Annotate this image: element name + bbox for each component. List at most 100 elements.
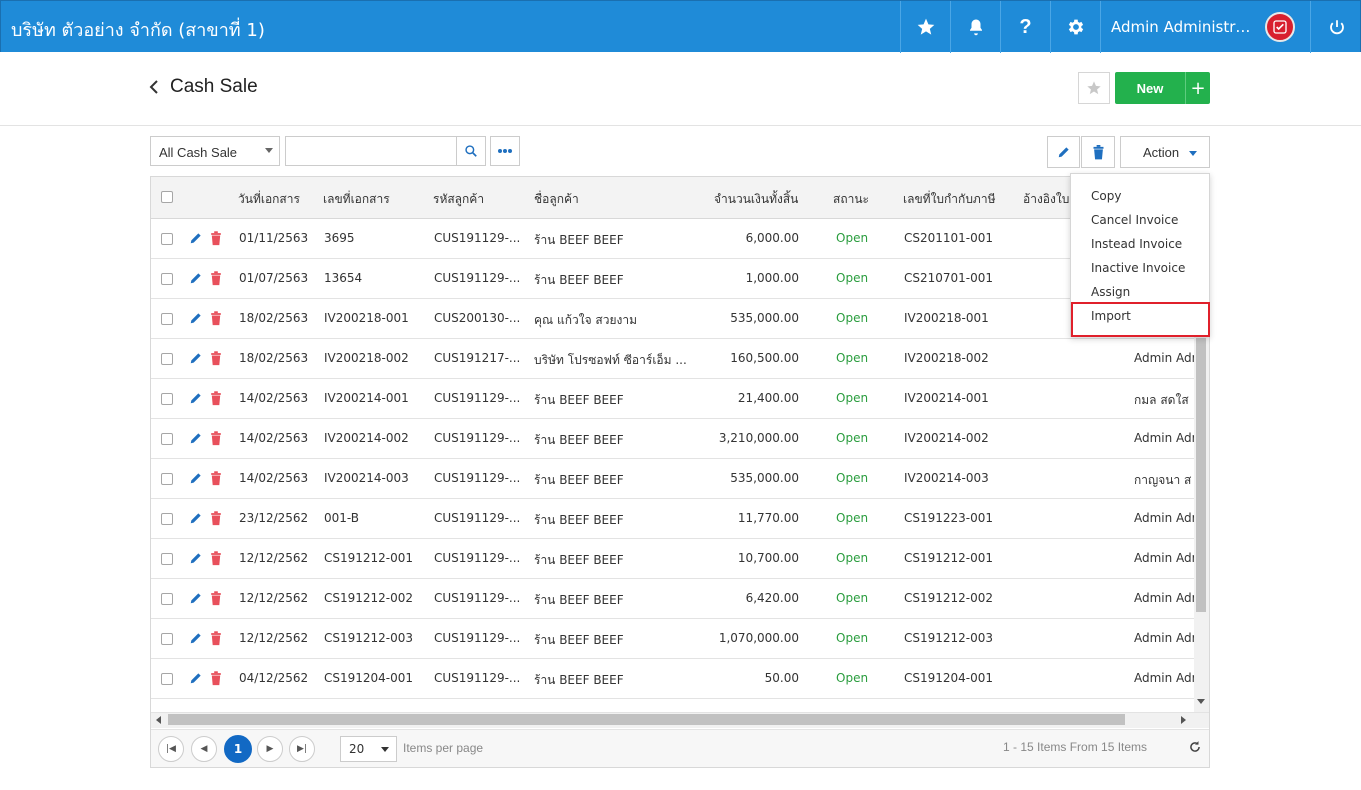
row-checkbox[interactable] (161, 593, 173, 605)
prev-page-button[interactable]: ◀ (191, 736, 217, 762)
new-options-button[interactable]: + (1185, 72, 1210, 104)
scroll-down-arrow-icon[interactable] (1197, 699, 1205, 705)
row-checkbox[interactable] (161, 233, 173, 245)
cell-doc-no[interactable]: CS191212-001 (324, 551, 429, 565)
edit-icon[interactable] (189, 231, 203, 245)
row-checkbox[interactable] (161, 553, 173, 565)
col-status[interactable]: สถานะ (833, 190, 869, 209)
table-row[interactable]: 18/02/2563 IV200218-001 CUS200130-... คุณ แ… (151, 299, 1209, 339)
table-row[interactable]: 14/02/2563 IV200214-003 CUS191129-... ร้าน … (151, 459, 1209, 499)
row-checkbox[interactable] (161, 353, 173, 365)
cell-doc-no[interactable]: CS191212-002 (324, 591, 429, 605)
back-button[interactable] (148, 78, 160, 100)
cell-doc-no[interactable]: IV200218-001 (324, 311, 429, 325)
delete-icon[interactable] (210, 431, 222, 446)
table-row[interactable]: 14/02/2563 IV200214-002 CUS191129-... ร้าน … (151, 419, 1209, 459)
view-filter-select[interactable]: All Cash Sale (150, 136, 280, 166)
settings-button[interactable] (1050, 1, 1100, 53)
row-checkbox[interactable] (161, 673, 173, 685)
action-button[interactable]: Action (1120, 136, 1210, 168)
col-tax-no[interactable]: เลขที่ใบกำกับภาษี (903, 190, 996, 209)
next-page-button[interactable]: ▶ (257, 736, 283, 762)
table-row[interactable]: 12/12/2562 CS191212-002 CUS191129-... ร้าน … (151, 579, 1209, 619)
edit-icon[interactable] (189, 311, 203, 325)
favorite-toggle-button[interactable] (1078, 72, 1110, 104)
cell-doc-no[interactable]: IV200218-002 (324, 351, 429, 365)
company-name[interactable]: บริษัท ตัวอย่าง จำกัด (สาขาที่ 1) (11, 15, 265, 44)
table-row[interactable]: 01/07/2563 13654 CUS191129-... ร้าน BEEF BE… (151, 259, 1209, 299)
row-checkbox[interactable] (161, 513, 173, 525)
more-options-button[interactable] (490, 136, 520, 166)
delete-icon[interactable] (210, 351, 222, 366)
refresh-button[interactable] (1188, 740, 1202, 758)
cell-doc-no[interactable]: 3695 (324, 231, 429, 245)
row-checkbox[interactable] (161, 633, 173, 645)
col-date[interactable]: วันที่เอกสาร (238, 190, 300, 209)
horizontal-scroll-thumb[interactable] (168, 714, 1125, 725)
bulk-edit-button[interactable] (1047, 136, 1080, 168)
table-row[interactable]: 04/12/2562 CS191204-001 CUS191129-... ร้าน … (151, 659, 1209, 699)
delete-icon[interactable] (210, 631, 222, 646)
row-checkbox[interactable] (161, 433, 173, 445)
cell-doc-no[interactable]: CS191204-001 (324, 671, 429, 685)
delete-icon[interactable] (210, 471, 222, 486)
row-checkbox[interactable] (161, 393, 173, 405)
cell-doc-no[interactable]: 001-B (324, 511, 429, 525)
table-row[interactable]: 14/02/2563 IV200214-001 CUS191129-... ร้าน … (151, 379, 1209, 419)
delete-icon[interactable] (210, 391, 222, 406)
delete-icon[interactable] (210, 271, 222, 286)
table-row[interactable]: 23/12/2562 001-B CUS191129-... ร้าน BEEF BE… (151, 499, 1209, 539)
current-page-button[interactable]: 1 (224, 735, 252, 763)
delete-icon[interactable] (210, 671, 222, 686)
col-doc-no[interactable]: เลขที่เอกสาร (323, 190, 390, 209)
delete-icon[interactable] (210, 591, 222, 606)
scroll-right-arrow-icon[interactable] (1181, 716, 1187, 724)
edit-icon[interactable] (189, 431, 203, 445)
cell-doc-no[interactable]: IV200214-003 (324, 471, 429, 485)
favorites-button[interactable] (900, 1, 950, 53)
delete-icon[interactable] (210, 551, 222, 566)
user-menu[interactable]: Admin Administrator (1100, 1, 1296, 53)
notifications-button[interactable] (950, 1, 1000, 53)
delete-icon[interactable] (210, 311, 222, 326)
menu-item-cancel-invoice[interactable]: Cancel Invoice (1091, 213, 1178, 227)
row-checkbox[interactable] (161, 313, 173, 325)
edit-icon[interactable] (189, 631, 203, 645)
cell-doc-no[interactable]: IV200214-002 (324, 431, 429, 445)
last-page-button[interactable]: ▶| (289, 736, 315, 762)
cell-doc-no[interactable]: IV200214-001 (324, 391, 429, 405)
edit-icon[interactable] (189, 511, 203, 525)
col-ref[interactable]: อ้างอิงใบ (1023, 190, 1069, 209)
edit-icon[interactable] (189, 591, 203, 605)
delete-icon[interactable] (210, 511, 222, 526)
cell-doc-no[interactable]: CS191212-003 (324, 631, 429, 645)
table-row[interactable]: 01/11/2563 3695 CUS191129-... ร้าน BEEF BEE… (151, 219, 1209, 259)
page-size-select[interactable]: 20 (340, 736, 397, 762)
edit-icon[interactable] (189, 271, 203, 285)
edit-icon[interactable] (189, 471, 203, 485)
edit-icon[interactable] (189, 391, 203, 405)
col-cust-code[interactable]: รหัสลูกค้า (433, 190, 484, 209)
vertical-scroll-thumb[interactable] (1196, 338, 1206, 612)
menu-item-instead-invoice[interactable]: Instead Invoice (1091, 237, 1182, 251)
edit-icon[interactable] (189, 671, 203, 685)
table-row[interactable]: 12/12/2562 CS191212-003 CUS191129-... ร้าน … (151, 619, 1209, 659)
menu-item-copy[interactable]: Copy (1091, 189, 1121, 203)
logout-button[interactable] (1310, 1, 1361, 53)
table-row[interactable]: 18/02/2563 IV200218-002 CUS191217-... บริษั… (151, 339, 1209, 379)
row-checkbox[interactable] (161, 473, 173, 485)
search-button[interactable] (456, 136, 486, 166)
new-button[interactable]: New (1115, 72, 1185, 104)
cell-doc-no[interactable]: 13654 (324, 271, 429, 285)
edit-icon[interactable] (189, 351, 203, 365)
col-cust-name[interactable]: ชื่อลูกค้า (534, 190, 579, 209)
table-row[interactable]: 12/12/2562 CS191212-001 CUS191129-... ร้าน … (151, 539, 1209, 579)
bulk-delete-button[interactable] (1081, 136, 1115, 168)
delete-icon[interactable] (210, 231, 222, 246)
help-button[interactable]: ? (1000, 1, 1050, 53)
search-input[interactable] (285, 136, 457, 166)
edit-icon[interactable] (189, 551, 203, 565)
col-amount[interactable]: จำนวนเงินทั้งสิ้น (714, 190, 798, 209)
menu-item-inactive-invoice[interactable]: Inactive Invoice (1091, 261, 1185, 275)
row-checkbox[interactable] (161, 273, 173, 285)
